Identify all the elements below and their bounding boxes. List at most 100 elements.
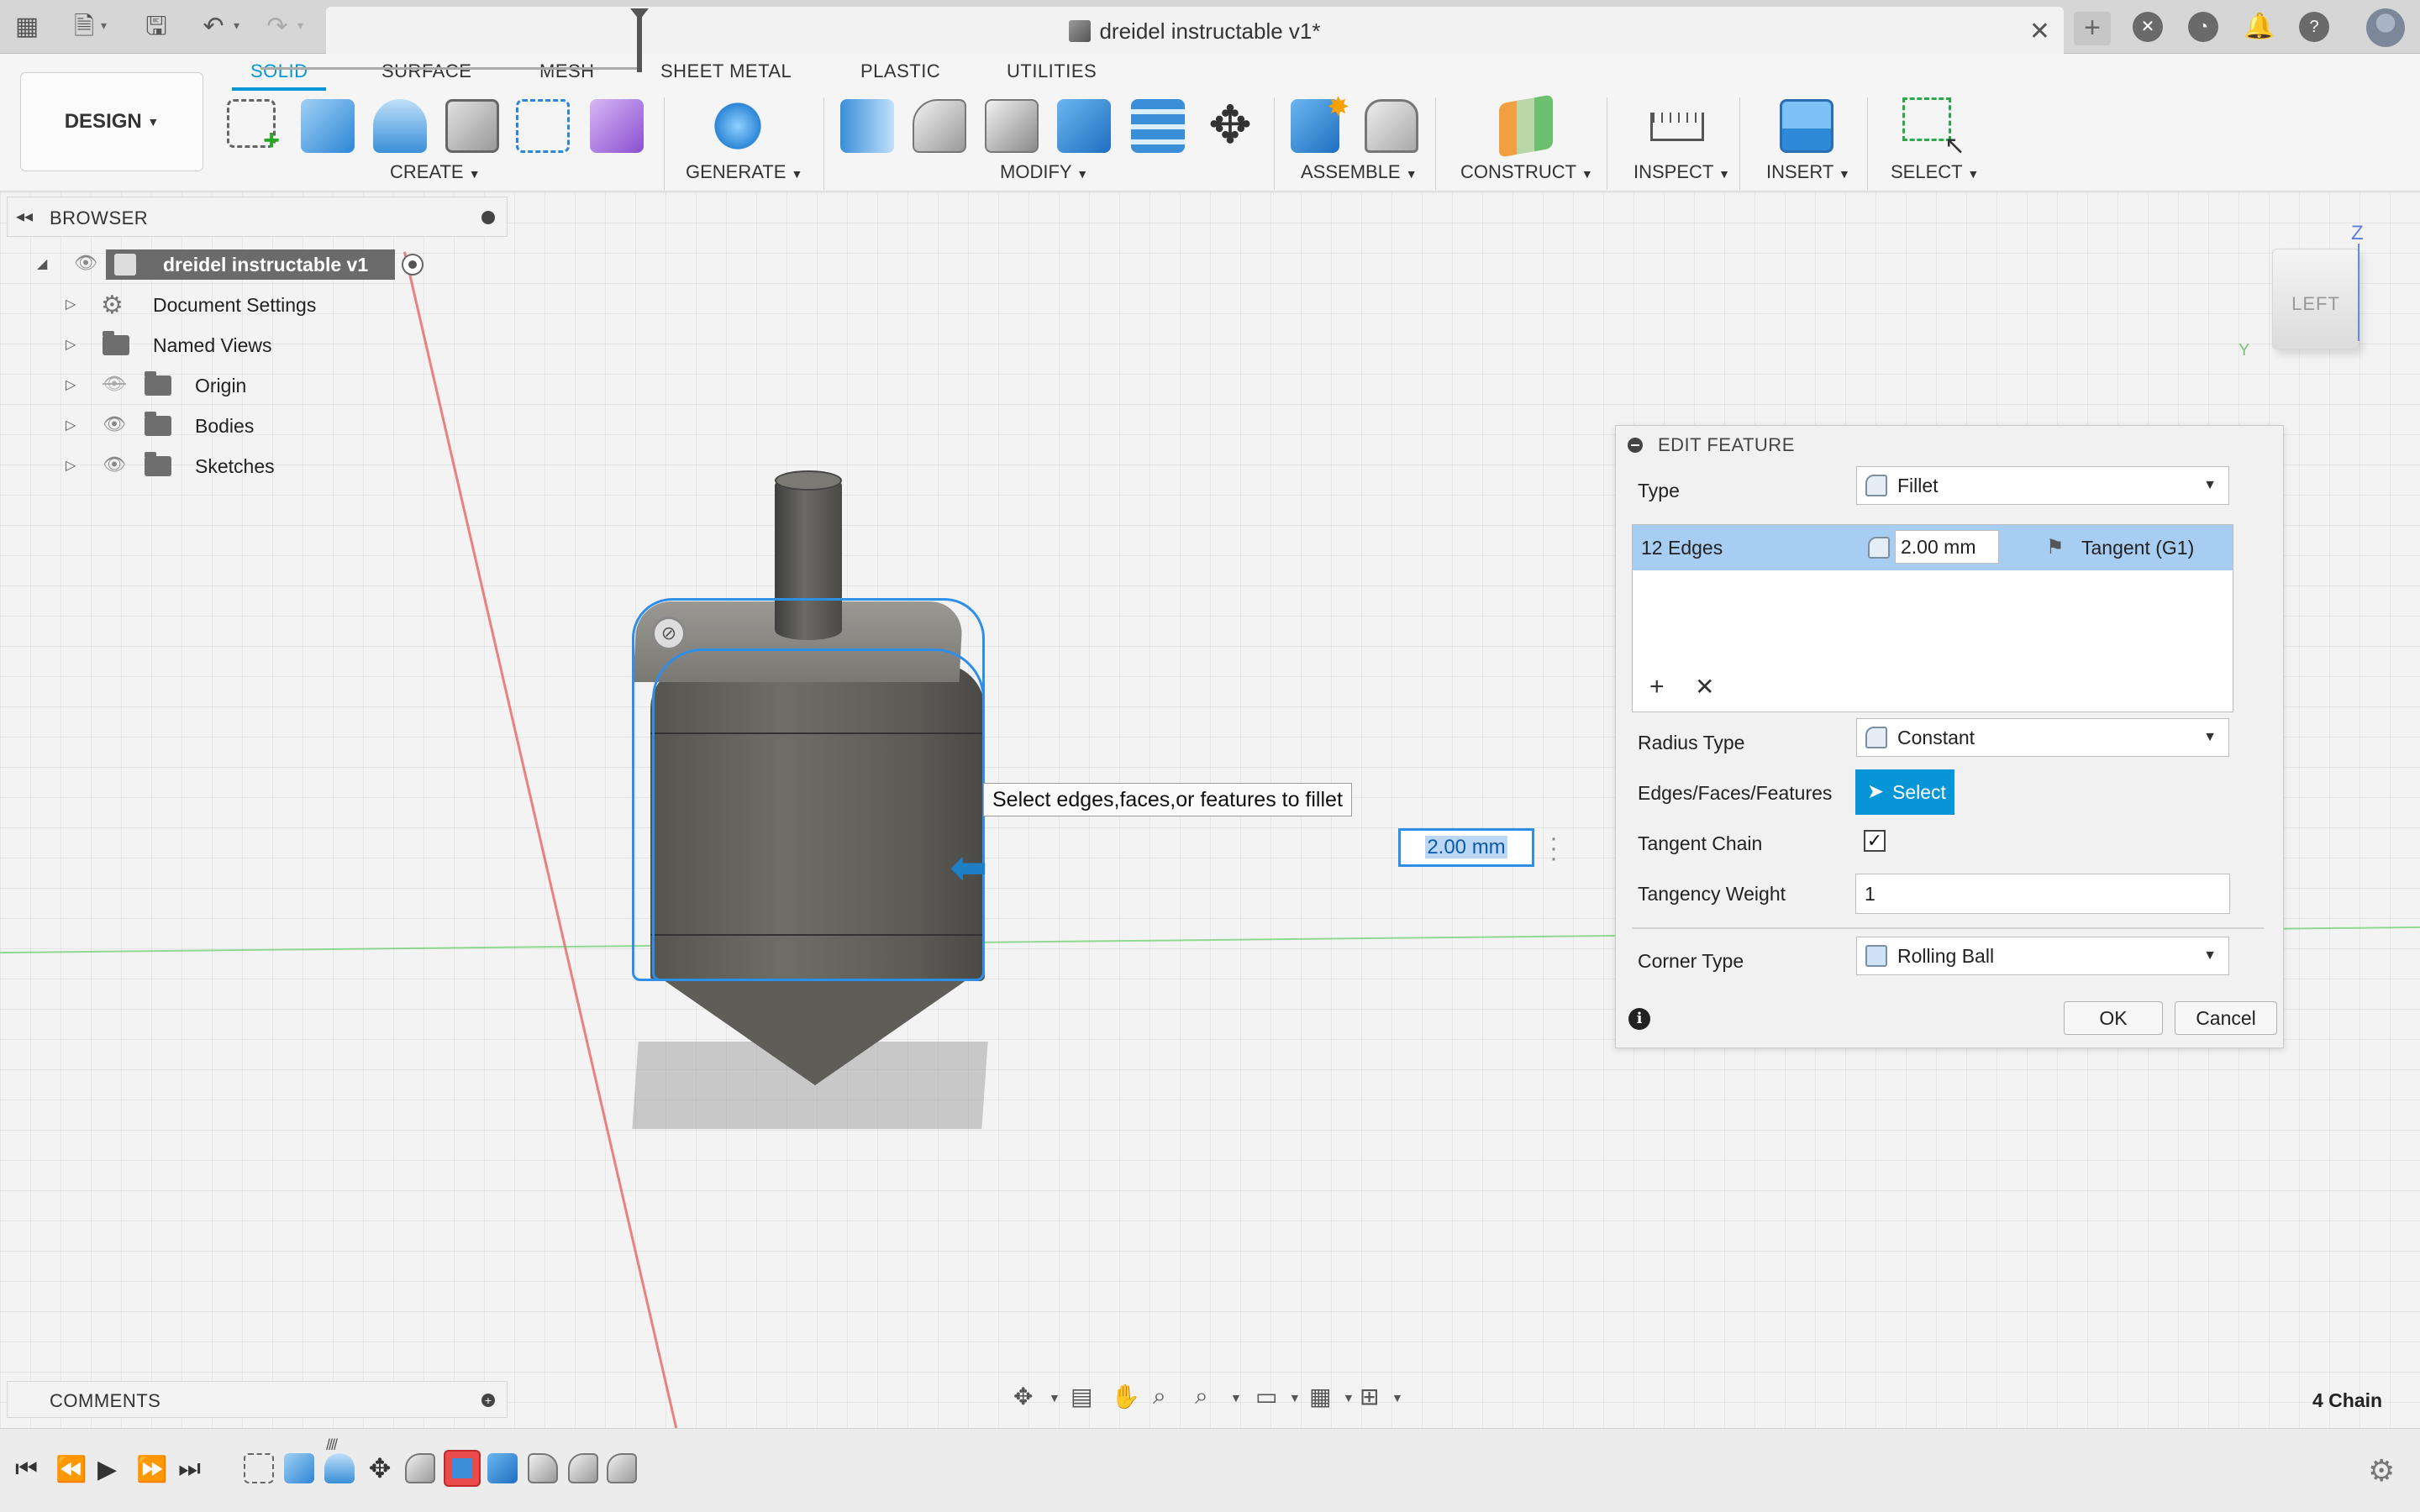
select-tool-icon[interactable]: ↖ [1902, 97, 1965, 160]
offset-plane-icon[interactable] [1499, 94, 1553, 158]
hidden-eye-icon[interactable]: 👁 [103, 373, 126, 395]
zoom-icon[interactable]: ⌕ [1153, 1383, 1166, 1410]
timeline-fillet-icon[interactable] [405, 1453, 435, 1483]
panel-options-icon[interactable] [481, 211, 495, 224]
insert-image-icon[interactable] [1780, 99, 1833, 153]
timeline-combine-icon[interactable] [487, 1453, 518, 1483]
create-menu[interactable]: CREATE ▼ [390, 161, 481, 183]
collapse-dialog-icon[interactable] [1628, 438, 1643, 453]
help-icon[interactable]: ? [2299, 12, 2329, 42]
fillet-icon[interactable] [913, 99, 966, 153]
create-sketch-icon[interactable]: + [227, 99, 280, 155]
combine-icon[interactable] [1057, 99, 1111, 153]
timeline-fillet-icon[interactable] [607, 1453, 637, 1483]
timeline-active-combine-icon[interactable] [444, 1450, 481, 1487]
go-to-start-icon[interactable]: ⏮ [15, 1455, 38, 1483]
pattern-icon[interactable] [516, 99, 570, 153]
more-options-icon[interactable]: · · · [1549, 826, 1558, 871]
add-comment-icon[interactable]: + [481, 1394, 495, 1407]
move-icon[interactable]: ✥ [1203, 99, 1257, 153]
collapse-triangle-icon[interactable]: ◢ [37, 255, 47, 272]
expand-triangle-icon[interactable]: ▷ [66, 336, 76, 353]
ok-button[interactable]: OK [2064, 1001, 2163, 1035]
stem-top-face[interactable] [775, 470, 842, 491]
expand-triangle-icon[interactable]: ▷ [66, 417, 76, 433]
browser-item-bodies[interactable]: Bodies [195, 407, 254, 444]
expand-triangle-icon[interactable]: ▷ [66, 376, 76, 393]
construct-menu[interactable]: CONSTRUCT ▼ [1460, 161, 1593, 183]
gear-icon[interactable]: ⚙ [2368, 1453, 2395, 1488]
revolve-icon[interactable] [373, 99, 427, 153]
timeline-extrude-icon[interactable] [284, 1453, 314, 1483]
hole-icon[interactable] [445, 99, 499, 153]
file-menu-icon[interactable]: 🗎 [69, 12, 99, 42]
edges-select-button[interactable]: ➤ Select [1855, 769, 1954, 815]
table-row[interactable]: 12 Edges 2.00 mm ⚑ Tangent (G1) [1633, 525, 2233, 570]
expand-triangle-icon[interactable]: ▷ [66, 457, 76, 474]
cancel-button[interactable]: Cancel [2175, 1001, 2277, 1035]
inspect-menu[interactable]: INSPECT ▼ [1634, 161, 1730, 183]
new-tab-button[interactable]: + [2074, 12, 2111, 45]
browser-item-origin[interactable]: Origin [195, 367, 246, 404]
expand-triangle-icon[interactable]: ▷ [66, 296, 76, 312]
generative-design-icon[interactable] [711, 99, 765, 153]
fit-icon[interactable]: ⌕ [1195, 1383, 1208, 1410]
timeline-cylinder-icon[interactable] [324, 1453, 355, 1483]
timeline-playhead[interactable] [637, 13, 642, 72]
extensions-icon[interactable]: ✕ [2133, 12, 2163, 42]
chevron-down-icon[interactable]: ▾ [101, 18, 107, 33]
generate-menu[interactable]: GENERATE ▼ [686, 161, 802, 183]
remove-selection-set-icon[interactable]: ✕ [1695, 673, 1714, 701]
chevron-down-icon[interactable]: ▼ [1289, 1391, 1301, 1404]
timeline-chamfer-icon[interactable] [528, 1453, 558, 1483]
timeline-fillet-icon[interactable] [568, 1453, 598, 1483]
type-select[interactable]: Fillet ▼ [1856, 466, 2229, 505]
activate-component-radio[interactable] [402, 254, 424, 276]
info-icon[interactable]: i [1628, 1008, 1650, 1030]
visibility-eye-icon[interactable]: 👁 [103, 413, 126, 435]
radius-type-select[interactable]: Constant ▼ [1856, 718, 2229, 757]
step-back-icon[interactable]: ⏪ [55, 1455, 87, 1484]
browser-item-named-views[interactable]: Named Views [153, 327, 271, 364]
collapse-panel-icon[interactable]: ◂◂ [16, 206, 33, 227]
redo-icon[interactable]: ↷ [262, 12, 292, 42]
select-menu[interactable]: SELECT ▼ [1891, 161, 1979, 183]
avatar[interactable] [2366, 8, 2405, 47]
orbit-icon[interactable]: ✥ [1013, 1383, 1033, 1410]
chevron-down-icon[interactable]: ▼ [1049, 1391, 1060, 1404]
split-body-icon[interactable] [1131, 99, 1185, 153]
chevron-down-icon[interactable]: ▼ [1230, 1391, 1242, 1404]
tab-surface[interactable]: SURFACE [381, 60, 471, 82]
drag-handle-arrow-icon[interactable]: ⬅ [950, 845, 992, 890]
display-settings-icon[interactable]: ▭ [1255, 1383, 1277, 1410]
document-tab[interactable]: dreidel instructable v1* ✕ [326, 7, 2064, 54]
timeline-sketch-icon[interactable] [244, 1453, 274, 1483]
save-icon[interactable]: 🖫 [141, 12, 171, 42]
visibility-eye-icon[interactable]: 👁 [103, 454, 126, 475]
step-forward-icon[interactable]: ⏩ [136, 1455, 167, 1484]
radius-input[interactable]: 2.00 mm [1895, 530, 1999, 564]
joint-icon[interactable] [1365, 99, 1418, 153]
tangent-chain-checkbox[interactable]: ✓ [1864, 830, 1886, 852]
measure-icon[interactable] [1650, 113, 1704, 141]
close-icon[interactable]: ✕ [2029, 17, 2050, 46]
chevron-down-icon[interactable]: ▼ [1343, 1391, 1355, 1404]
viewports-icon[interactable]: ⊞ [1360, 1383, 1379, 1410]
app-grid-icon[interactable]: ▦ [12, 12, 42, 42]
timeline-move-icon[interactable]: ✥ [365, 1453, 395, 1483]
assemble-menu[interactable]: ASSEMBLE ▼ [1301, 161, 1418, 183]
job-status-icon[interactable]: ◔ [2188, 12, 2218, 42]
tab-solid[interactable]: SOLID [250, 60, 308, 82]
browser-item-document-settings[interactable]: Document Settings [153, 286, 316, 323]
play-icon[interactable]: ▶ [97, 1455, 117, 1484]
fillet-glyph-icon[interactable]: ⊘ [652, 617, 686, 650]
undo-icon[interactable]: ↶ [198, 12, 229, 42]
browser-item-sketches[interactable]: Sketches [195, 448, 275, 485]
chevron-down-icon[interactable]: ▾ [297, 18, 303, 33]
visibility-eye-icon[interactable]: 👁 [74, 252, 97, 274]
tangency-weight-input[interactable]: 1 [1855, 874, 2230, 914]
tab-utilities[interactable]: UTILITIES [1007, 60, 1097, 82]
new-component-icon[interactable]: ✸ [1291, 92, 1349, 153]
radius-dimension-input[interactable]: 2.00 mm [1398, 828, 1534, 867]
extrude-icon[interactable] [301, 99, 355, 153]
